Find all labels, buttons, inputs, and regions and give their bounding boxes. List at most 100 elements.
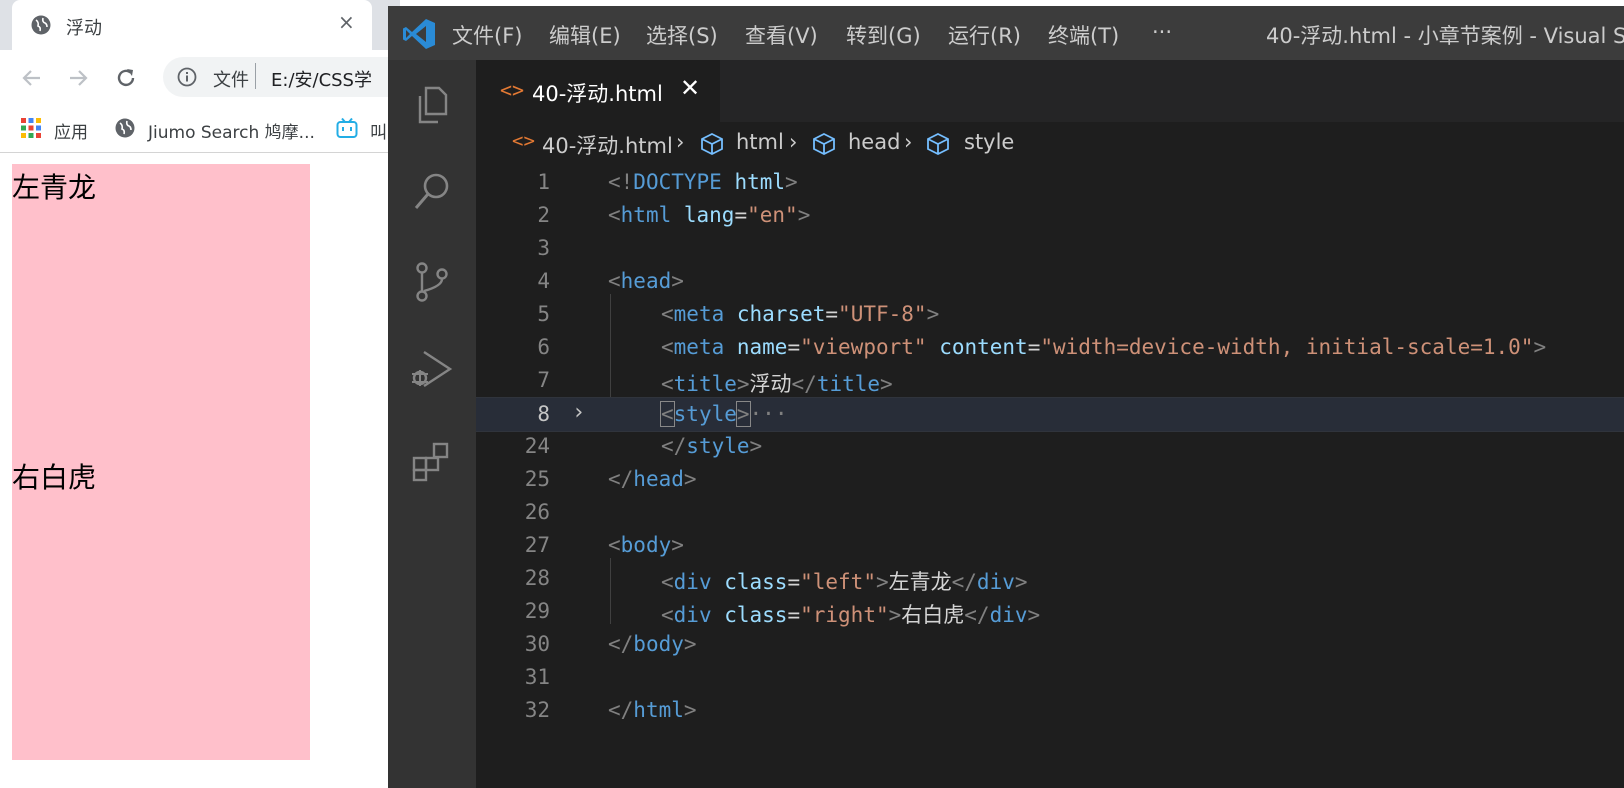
line-number: 6: [537, 335, 550, 359]
editor-area: <> 40-浮动.html ✕ <> 40-浮动.html › html › h…: [476, 60, 1624, 788]
browser-toolbar: 文件 E:/安/CSS学: [0, 50, 423, 106]
right-div-text: 右白虎: [12, 461, 97, 494]
extensions-icon[interactable]: [408, 436, 456, 484]
address-bar[interactable]: 文件 E:/安/CSS学: [163, 57, 423, 97]
code-line[interactable]: 5 <meta charset="UTF-8">: [476, 298, 1624, 331]
browser-tab[interactable]: 浮动 ×: [12, 0, 372, 50]
line-number: 5: [537, 302, 550, 326]
code-line[interactable]: 24 </style>: [476, 430, 1624, 463]
explorer-files-icon[interactable]: [408, 80, 456, 128]
code-editor[interactable]: 1 <!DOCTYPE html> 2 <html lang="en"> 3 4…: [476, 166, 1624, 788]
code-line[interactable]: 28 <div class="left">左青龙</div>: [476, 562, 1624, 595]
bilibili-icon: [336, 117, 358, 138]
tab-close-icon[interactable]: ×: [338, 10, 355, 34]
left-div-text: 左青龙: [12, 171, 97, 204]
line-text: <meta charset="UTF-8">: [661, 302, 940, 326]
editor-tab-label: 40-浮动.html: [532, 82, 663, 106]
window-title: 40-浮动.html - 小章节案例 - Visual Stu: [1266, 24, 1624, 48]
code-line-current[interactable]: › 8 <style>···: [476, 397, 1624, 432]
menu-go[interactable]: 转到(G): [846, 20, 921, 50]
code-line[interactable]: 7 <title>浮动</title>: [476, 364, 1624, 397]
code-line[interactable]: 4 <head>: [476, 265, 1624, 298]
breadcrumb-style[interactable]: style: [964, 130, 1014, 154]
line-number: 30: [524, 632, 550, 656]
code-line[interactable]: 25 </head>: [476, 463, 1624, 496]
html-file-icon: <>: [500, 78, 525, 102]
bookmarks-bar: 应用 Jiumo Search 鸠摩... 叫: [0, 106, 400, 153]
code-line[interactable]: 32 </html>: [476, 694, 1624, 727]
menu-edit[interactable]: 编辑(E): [549, 20, 621, 50]
line-text: </style>: [661, 434, 763, 458]
html-file-icon: <>: [512, 130, 535, 152]
line-number: 7: [537, 368, 550, 392]
chevron-right-icon: ›: [676, 130, 685, 154]
line-number: 25: [524, 467, 550, 491]
line-text: <div class="left">左青龙</div>: [661, 570, 1028, 594]
element-cube-icon: [701, 132, 723, 156]
line-text: </html>: [608, 698, 697, 722]
code-line[interactable]: 2 <html lang="en">: [476, 199, 1624, 232]
bookmark-label: 叫: [370, 123, 387, 143]
line-number: 2: [537, 203, 550, 227]
menu-run[interactable]: 运行(R): [948, 20, 1021, 50]
line-number: 28: [524, 566, 550, 590]
line-text: <title>浮动</title>: [661, 372, 893, 396]
menu-more[interactable]: ···: [1152, 20, 1172, 44]
apps-grid-icon: [21, 118, 41, 138]
chevron-right-icon: ›: [789, 130, 798, 154]
element-cube-icon: [927, 132, 949, 156]
line-text: <style>···: [660, 401, 788, 427]
reload-icon[interactable]: [112, 64, 140, 92]
code-line[interactable]: 29 <div class="right">右白虎</div>: [476, 595, 1624, 628]
line-number: 29: [524, 599, 550, 623]
editor-tabs-bar: <> 40-浮动.html ✕: [476, 60, 1624, 122]
code-line[interactable]: 26: [476, 496, 1624, 529]
search-icon[interactable]: [408, 168, 456, 216]
editor-tab-active[interactable]: <> 40-浮动.html ✕: [476, 60, 720, 122]
line-number: 8: [537, 402, 550, 426]
forward-arrow-icon[interactable]: [64, 64, 92, 92]
vscode-logo-icon: [403, 19, 435, 49]
globe-icon: [115, 118, 135, 138]
code-line[interactable]: 30 </body>: [476, 628, 1624, 661]
back-arrow-icon[interactable]: [18, 64, 46, 92]
code-line[interactable]: 31: [476, 661, 1624, 694]
menu-selection[interactable]: 选择(S): [646, 20, 718, 50]
vscode-window: 文件(F) 编辑(E) 选择(S) 查看(V) 转到(G) 运行(R) 终端(T…: [388, 6, 1624, 788]
line-text: </body>: [608, 632, 697, 656]
code-line[interactable]: 3: [476, 232, 1624, 265]
run-debug-icon[interactable]: [408, 346, 456, 394]
menu-view[interactable]: 查看(V): [745, 20, 818, 50]
line-text: <!DOCTYPE html>: [608, 170, 798, 194]
address-url[interactable]: E:/安/CSS学: [271, 66, 372, 92]
line-text: <html lang="en">: [608, 203, 811, 227]
address-scheme-label: 文件: [213, 70, 249, 91]
source-control-icon[interactable]: [408, 258, 456, 306]
code-line[interactable]: 27 <body>: [476, 529, 1624, 562]
menu-terminal[interactable]: 终端(T): [1048, 20, 1119, 50]
fold-chevron-right-icon[interactable]: ›: [572, 400, 585, 425]
code-line[interactable]: 6 <meta name="viewport" content="width=d…: [476, 331, 1624, 364]
chevron-right-icon: ›: [904, 130, 913, 154]
breadcrumb-html[interactable]: html: [736, 130, 784, 154]
line-text: <meta name="viewport" content="width=dev…: [661, 335, 1547, 359]
breadcrumb-head[interactable]: head: [848, 130, 900, 154]
breadcrumb: <> 40-浮动.html › html › head › style: [476, 122, 1624, 166]
line-number: 32: [524, 698, 550, 722]
address-separator: [255, 63, 256, 89]
menu-file[interactable]: 文件(F): [452, 20, 522, 50]
editor-tab-close-icon[interactable]: ✕: [680, 74, 700, 102]
line-number: 4: [537, 269, 550, 293]
code-line[interactable]: 1 <!DOCTYPE html>: [476, 166, 1624, 199]
line-number: 3: [537, 236, 550, 260]
line-text: <div class="right">右白虎</div>: [661, 603, 1041, 627]
line-number: 27: [524, 533, 550, 557]
bookmark-label: 应用: [54, 123, 88, 143]
breadcrumb-file[interactable]: 40-浮动.html: [542, 130, 673, 160]
line-number: 26: [524, 500, 550, 524]
float-left-box: 左青龙 右白虎: [12, 164, 310, 760]
page-viewport: 左青龙 右白虎: [0, 153, 400, 788]
info-icon[interactable]: [177, 67, 197, 87]
globe-icon: [31, 15, 51, 35]
activity-bar: [388, 60, 476, 788]
